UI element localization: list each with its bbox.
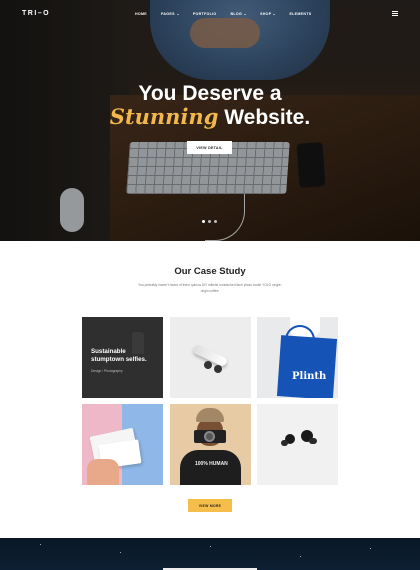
top-nav: TRI–O HOME PAGES PORTFOLIO BLOG SHOP ELE… bbox=[0, 0, 420, 28]
star-dot bbox=[370, 548, 371, 549]
earbud-tip-image bbox=[281, 440, 288, 446]
case-tile-5[interactable]: 100% HUMAN bbox=[170, 404, 251, 485]
case-tile-6[interactable] bbox=[257, 404, 338, 485]
nav-item-blog[interactable]: BLOG bbox=[230, 12, 247, 16]
slider-dot-2[interactable] bbox=[208, 220, 211, 223]
nav-item-home[interactable]: HOME bbox=[135, 12, 147, 16]
slider-dot-1[interactable] bbox=[202, 220, 205, 223]
star-dot bbox=[120, 552, 121, 553]
chevron-down-icon bbox=[273, 13, 276, 15]
camera-lens-image bbox=[204, 431, 215, 442]
star-dot bbox=[40, 544, 41, 545]
brand-logo[interactable]: TRI–O bbox=[22, 10, 50, 17]
case-tile-1[interactable]: Sustainable stumptown selfies. Design / … bbox=[82, 317, 163, 398]
shirt-image bbox=[180, 450, 241, 485]
hero-headline-line1: You Deserve a bbox=[138, 82, 282, 105]
main-menu: HOME PAGES PORTFOLIO BLOG SHOP ELEMENTS bbox=[135, 12, 325, 16]
view-detail-button[interactable]: VIEW DETAIL bbox=[187, 141, 232, 154]
hamburger-icon[interactable] bbox=[392, 11, 398, 17]
case-study-title: Our Case Study bbox=[174, 266, 246, 277]
star-dot bbox=[300, 556, 301, 557]
star-dot bbox=[210, 546, 211, 547]
case-study-description: You probably haven't heard of them quino… bbox=[138, 283, 282, 293]
nav-item-pages[interactable]: PAGES bbox=[161, 12, 179, 16]
footer-band bbox=[0, 538, 420, 570]
chevron-down-icon bbox=[176, 13, 179, 15]
hero-headline-rest: Website. bbox=[218, 106, 311, 129]
slider-dot-3[interactable] bbox=[214, 220, 217, 223]
nav-label: ELEMENTS bbox=[289, 12, 312, 16]
case-tile-4[interactable] bbox=[82, 404, 163, 485]
view-more-button[interactable]: VIEW MORE bbox=[188, 499, 232, 512]
nav-label: SHOP bbox=[260, 12, 272, 16]
case-tile-title: Sustainable stumptown selfies. bbox=[91, 348, 147, 363]
nav-label: PORTFOLIO bbox=[192, 12, 217, 16]
shirt-print: 100% HUMAN bbox=[195, 461, 228, 467]
nav-label: BLOG bbox=[230, 12, 243, 16]
tote-bag-image bbox=[276, 335, 338, 398]
earbud-tip-image bbox=[309, 438, 317, 444]
hero-headline-line2: Stunning Website. bbox=[0, 104, 420, 130]
chevron-down-icon bbox=[244, 13, 247, 15]
slider-dots bbox=[202, 220, 217, 223]
nav-item-shop[interactable]: SHOP bbox=[260, 12, 276, 16]
hero-headline-accent: Stunning bbox=[109, 104, 219, 129]
case-tile-3[interactable]: Plinth bbox=[257, 317, 338, 398]
nav-item-portfolio[interactable]: PORTFOLIO bbox=[193, 12, 217, 16]
case-tile-2[interactable] bbox=[170, 317, 251, 398]
hand-image bbox=[87, 459, 119, 485]
hero-section: TRI–O HOME PAGES PORTFOLIO BLOG SHOP ELE… bbox=[0, 0, 420, 241]
nav-label: PAGES bbox=[160, 12, 175, 16]
earbud-image bbox=[214, 365, 222, 373]
case-tile-category: Design / Photography bbox=[91, 369, 123, 373]
nav-label: HOME bbox=[135, 12, 147, 16]
nav-item-elements[interactable]: ELEMENTS bbox=[289, 12, 311, 16]
case-study-grid: Sustainable stumptown selfies. Design / … bbox=[82, 317, 338, 485]
beanie-image bbox=[196, 408, 224, 422]
tote-bag-print: Plinth bbox=[292, 371, 327, 382]
